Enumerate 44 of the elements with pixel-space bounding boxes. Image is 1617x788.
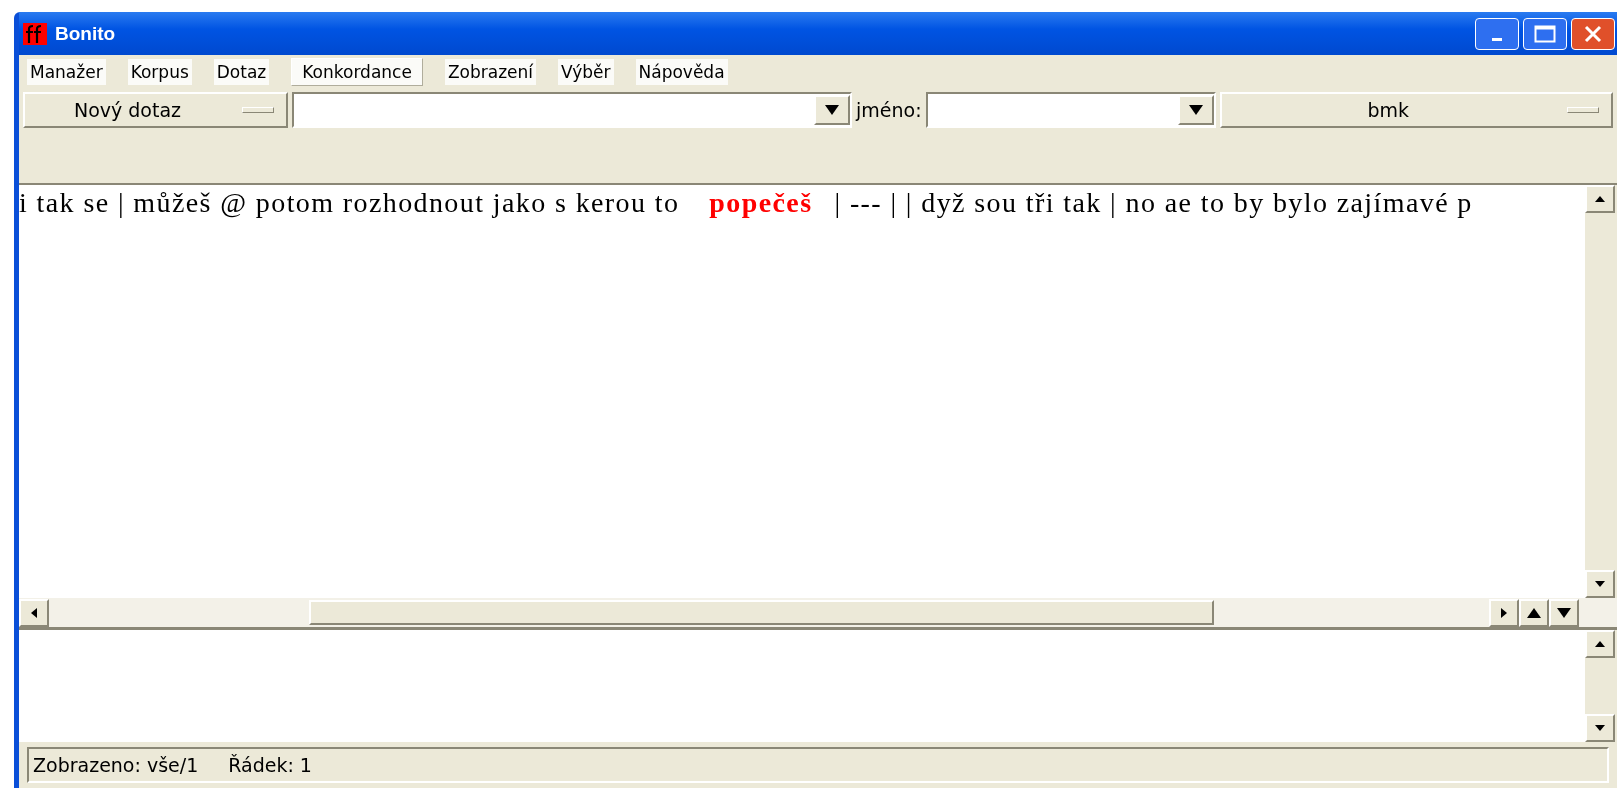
menu-item[interactable]: Nápověda: [635, 58, 728, 85]
menu-item[interactable]: Výběr: [558, 58, 614, 85]
bookmark-button[interactable]: bmk: [1219, 92, 1613, 128]
minimize-icon: [1492, 38, 1502, 41]
scroll-left-button[interactable]: [19, 598, 49, 627]
up-triangle-icon: [1527, 607, 1541, 618]
maximize-button[interactable]: [1523, 17, 1567, 50]
scroll-right-button[interactable]: [1489, 598, 1519, 627]
window-title: Bonito: [55, 22, 116, 45]
minimize-button[interactable]: [1475, 17, 1519, 50]
vertical-scrollbar[interactable]: [1584, 630, 1617, 742]
next-button[interactable]: [1549, 598, 1579, 627]
right-arrow-icon: [1501, 607, 1507, 618]
status-text: Zobrazeno: vše/1: [33, 754, 199, 776]
menu-item[interactable]: Korpus: [127, 58, 192, 85]
maximize-icon: [1534, 24, 1556, 43]
close-button[interactable]: [1571, 17, 1615, 50]
previous-button[interactable]: [1519, 598, 1549, 627]
new-query-button[interactable]: Nový dotaz: [23, 92, 288, 128]
concordance-line: i tak se | můžeš @ potom rozhodnout jako s kerou to popečeš | --- | | dyž sou tři tak | no ae to by bylo zajímavé p: [19, 187, 1473, 218]
dropdown-arrow-icon: [1188, 105, 1203, 115]
up-arrow-icon: [1595, 641, 1605, 647]
name-combobox[interactable]: [925, 92, 1216, 128]
close-icon: [1583, 23, 1603, 44]
scroll-down-button[interactable]: [1585, 714, 1615, 742]
vertical-scrollbar[interactable]: [1584, 185, 1617, 598]
status-text: Řádek: 1: [228, 754, 312, 776]
scroll-up-button[interactable]: [1585, 185, 1615, 213]
menu-item[interactable]: Konkordance: [291, 57, 423, 86]
up-arrow-icon: [1595, 196, 1605, 202]
down-arrow-icon: [1595, 581, 1605, 587]
menu-item[interactable]: Manažer: [27, 58, 106, 85]
down-arrow-icon: [1595, 725, 1605, 731]
scroll-down-button[interactable]: [1585, 570, 1615, 598]
horizontal-scrollbar[interactable]: [19, 598, 1617, 630]
menu-item[interactable]: Zobrazení: [444, 58, 536, 85]
query-combobox[interactable]: [292, 92, 852, 128]
menu-item[interactable]: Dotaz: [213, 58, 270, 85]
down-triangle-icon: [1557, 607, 1571, 618]
scroll-up-button[interactable]: [1585, 630, 1615, 658]
left-arrow-icon: [31, 607, 37, 618]
dropdown-arrow-icon: [825, 105, 839, 115]
scrollbar-thumb[interactable]: [309, 600, 1214, 625]
name-label: jméno:: [856, 99, 922, 121]
